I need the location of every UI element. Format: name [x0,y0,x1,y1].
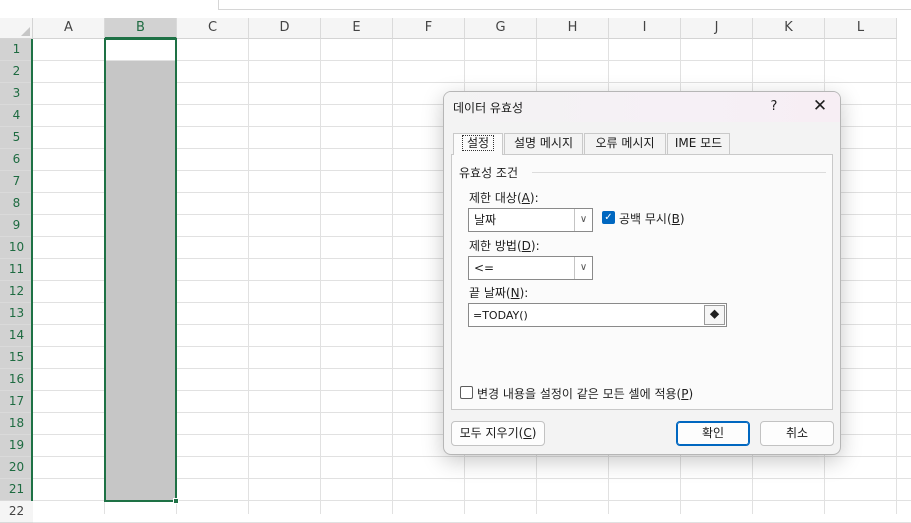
column-header-l[interactable]: L [825,18,897,39]
column-header-f[interactable]: F [393,18,465,39]
column-header-h[interactable]: H [537,18,609,39]
chevron-down-icon[interactable]: ∨ [574,257,592,279]
tab-error-alert[interactable]: 오류 메시지 [584,133,666,154]
ignore-blank-label[interactable]: 공백 무시(B) [619,210,685,227]
row-header-20[interactable]: 20 [0,457,33,479]
end-date-input[interactable] [469,304,703,326]
end-date-label: 끝 날짜(N): [469,286,529,300]
data-validation-dialog: 데이터 유효성 ? ✕ 설정 설명 메시지 오류 메시지 IME 모드 유효성 … [443,91,841,455]
row-header-16[interactable]: 16 [0,369,33,391]
row-header-11[interactable]: 11 [0,259,33,281]
tab-settings[interactable]: 설정 [453,133,503,155]
selected-range-border [104,38,177,502]
clear-all-button[interactable]: 모두 지우기(C) [451,421,545,446]
tab-input-message[interactable]: 설명 메시지 [504,133,583,154]
row-header-1[interactable]: 1 [0,39,33,61]
validation-criteria-label: 유효성 조건 [459,164,524,181]
collapse-dialog-icon[interactable]: ⯁ [704,305,725,325]
row-header-4[interactable]: 4 [0,105,33,127]
allow-label: 제한 대상(A): [469,191,539,205]
row-header-2[interactable]: 2 [0,61,33,83]
row-header-17[interactable]: 17 [0,391,33,413]
ignore-blank-checkbox[interactable]: ✓ [602,211,615,224]
checkmark-icon: ✓ [604,212,613,223]
tab-settings-label: 설정 [461,135,495,151]
grid-column-line [896,39,897,514]
grid-column-line [392,39,393,514]
row-header-22[interactable]: 22 [0,501,33,523]
allow-select-value: 날짜 [474,213,497,227]
row-header-13[interactable]: 13 [0,303,33,325]
row-header-15[interactable]: 15 [0,347,33,369]
row-header-18[interactable]: 18 [0,413,33,435]
cancel-button[interactable]: 취소 [760,421,834,446]
dialog-title: 데이터 유효성 [453,101,524,115]
column-header-b[interactable]: B [105,18,177,39]
data-operator-select[interactable]: <= ∨ [468,256,593,280]
apply-all-label[interactable]: 변경 내용을 설정이 같은 모든 셀에 적용(P) [477,385,693,402]
tab-ime-mode[interactable]: IME 모드 [667,133,730,154]
row-header-7[interactable]: 7 [0,171,33,193]
row-header-10[interactable]: 10 [0,237,33,259]
close-button[interactable]: ✕ [806,94,834,118]
row-header-3[interactable]: 3 [0,83,33,105]
column-header-g[interactable]: G [465,18,537,39]
allow-select[interactable]: 날짜 ∨ [468,208,593,232]
row-header-8[interactable]: 8 [0,193,33,215]
column-header-c[interactable]: C [177,18,249,39]
column-header-i[interactable]: I [609,18,681,39]
column-header-e[interactable]: E [321,18,393,39]
settings-panel: 유효성 조건 제한 대상(A): 날짜 ∨ ✓ 공백 무시(B) 제한 방법(D… [451,154,833,410]
fill-handle[interactable] [173,498,179,504]
column-header-d[interactable]: D [249,18,321,39]
dialog-titlebar[interactable]: 데이터 유효성 ? ✕ [444,92,840,122]
row-header-9[interactable]: 9 [0,215,33,237]
apply-all-checkbox[interactable] [460,386,473,399]
grid-column-line [320,39,321,514]
row-header-6[interactable]: 6 [0,149,33,171]
row-header-12[interactable]: 12 [0,281,33,303]
chevron-down-icon[interactable]: ∨ [574,209,592,231]
grid-column-line [248,39,249,514]
formula-bar[interactable] [218,0,911,10]
row-header-19[interactable]: 19 [0,435,33,457]
column-header-j[interactable]: J [681,18,753,39]
row-selection-indicator [31,39,33,501]
select-all-triangle-icon [21,27,30,36]
row-header-5[interactable]: 5 [0,127,33,149]
row-header-21[interactable]: 21 [0,479,33,501]
group-divider [532,172,826,173]
data-label: 제한 방법(D): [469,239,540,253]
column-header-a[interactable]: A [33,18,105,39]
column-header-k[interactable]: K [753,18,825,39]
ok-button[interactable]: 확인 [676,421,750,446]
select-all-corner[interactable] [0,18,33,39]
end-date-field[interactable]: ⯁ [468,303,727,327]
data-operator-value: <= [474,261,495,275]
row-header-14[interactable]: 14 [0,325,33,347]
help-button[interactable]: ? [760,96,788,118]
